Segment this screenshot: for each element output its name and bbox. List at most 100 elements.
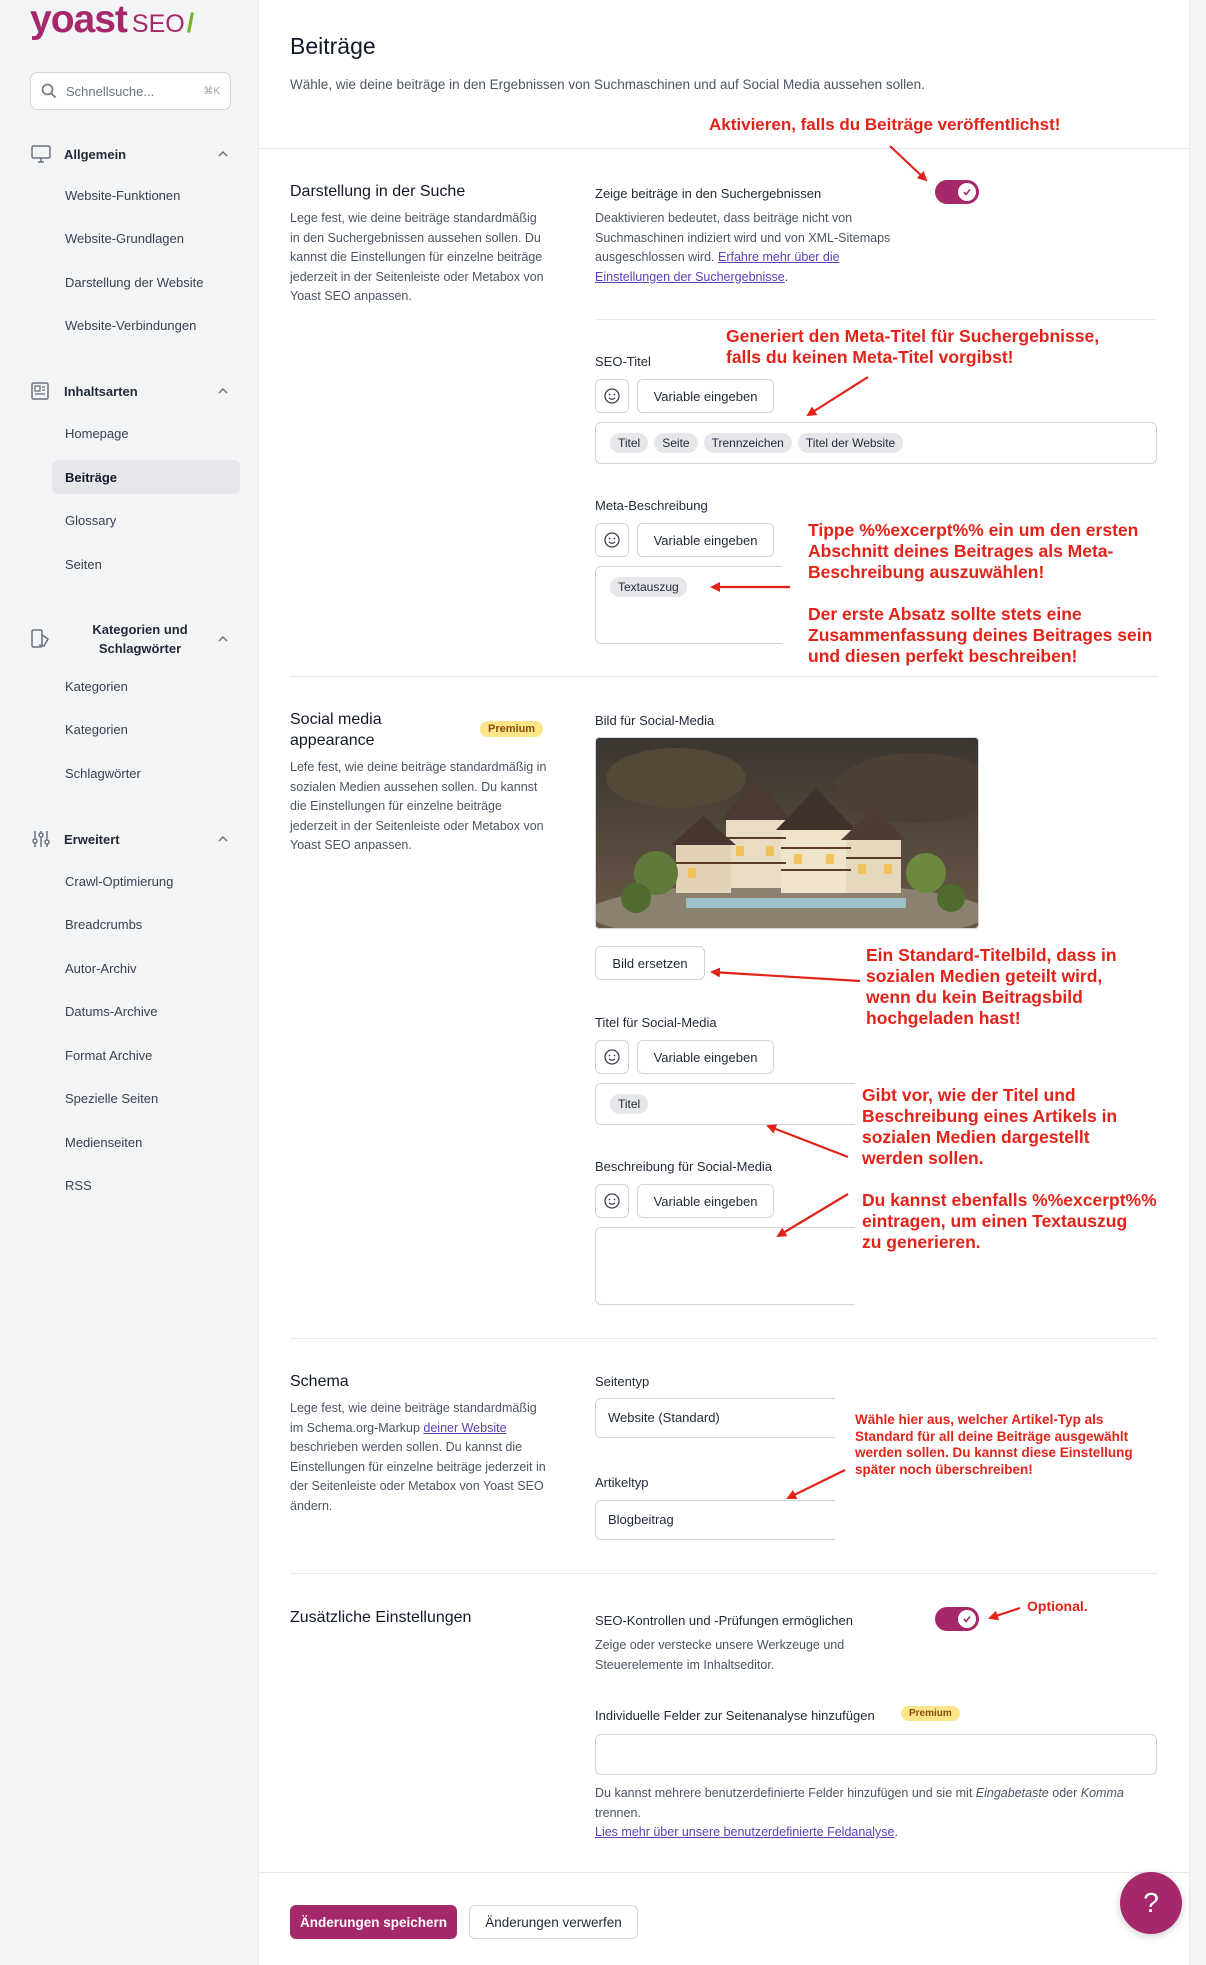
sidebar-item-medien[interactable]: Medienseiten bbox=[52, 1125, 240, 1159]
variable-tag[interactable]: Titel bbox=[610, 1094, 649, 1114]
seo-title-input[interactable]: Titel Seite Trennzeichen Titel der Website bbox=[595, 422, 1157, 464]
search-icon bbox=[41, 83, 57, 99]
page-type-label: Seitentyp bbox=[595, 1374, 650, 1389]
custom-fields-input[interactable] bbox=[595, 1734, 1157, 1775]
article-type-select[interactable]: Blogbeitrag bbox=[595, 1500, 835, 1540]
meta-description-input[interactable]: Textauszug bbox=[595, 566, 795, 644]
emoji-button[interactable] bbox=[595, 1040, 629, 1074]
divider bbox=[290, 1573, 1158, 1574]
discard-button[interactable]: Änderungen verwerfen bbox=[469, 1905, 638, 1939]
sidebar-item-datum[interactable]: Datums-Archive bbox=[52, 994, 240, 1028]
annotation-line: Standard für all deine Beiträge ausgewäh… bbox=[855, 1428, 1129, 1444]
social-title-input[interactable]: Titel bbox=[595, 1083, 855, 1125]
sidebar-item-website-grundlagen[interactable]: Website-Grundlagen bbox=[52, 221, 240, 255]
annotation-line: hochgeladen hast! bbox=[866, 1008, 1021, 1028]
logo-wordmark: yoast bbox=[30, 0, 128, 41]
sidebar-item-spezielle[interactable]: Spezielle Seiten bbox=[52, 1081, 240, 1115]
sidebar-section-erweitert[interactable]: Erweitert bbox=[30, 826, 230, 852]
yoast-logo[interactable]: yoast SEO / bbox=[30, 0, 194, 44]
quick-search-input[interactable]: Schnellsuche... ⌘K bbox=[30, 72, 231, 110]
page-description: Wähle, wie deine beiträge in den Ergebni… bbox=[290, 77, 925, 92]
seo-controls-toggle[interactable] bbox=[935, 1607, 979, 1631]
chevron-up-icon bbox=[218, 835, 228, 842]
help-icon: ? bbox=[1143, 1887, 1159, 1918]
section-title-search: Darstellung in der Suche bbox=[290, 183, 466, 200]
annotation-social-desc: Du kannst ebenfalls %%excerpt%% eintragen… bbox=[856, 1190, 1176, 1273]
custom-fields-link[interactable]: Lies mehr über unsere benutzerdefinierte… bbox=[595, 1825, 894, 1839]
sidebar-item-glossary[interactable]: Glossary bbox=[52, 503, 240, 537]
annotation-line: Wähle hier aus, welcher Artikel-Typ als bbox=[855, 1412, 1104, 1427]
insert-variable-button[interactable]: Variable eingeben bbox=[637, 379, 774, 413]
section-title-schema: Schema bbox=[290, 1373, 349, 1390]
schema-website-link[interactable]: deiner Website bbox=[423, 1421, 506, 1435]
sidebar-section-label: Inhaltsarten bbox=[64, 383, 138, 399]
show-in-search-desc: Deaktivieren bedeutet, dass beiträge nic… bbox=[595, 211, 891, 284]
smiley-icon bbox=[604, 388, 620, 404]
insert-variable-button[interactable]: Variable eingeben bbox=[637, 1040, 774, 1074]
social-image-illustration bbox=[596, 738, 978, 928]
sidebar-section-label-line1: Kategorien und bbox=[92, 622, 188, 637]
help-button[interactable]: ? bbox=[1120, 1872, 1182, 1934]
variable-tag[interactable]: Trennzeichen bbox=[703, 433, 792, 453]
annotation-line: zu generieren. bbox=[862, 1232, 981, 1252]
sidebar-item-kategorien-2[interactable]: Kategorien bbox=[52, 712, 240, 746]
insert-variable-button[interactable]: Variable eingeben bbox=[637, 1184, 774, 1218]
variable-tag[interactable]: Seite bbox=[654, 433, 698, 453]
section-desc-social: Lefe fest, wie deine beiträge standardmä… bbox=[290, 760, 547, 852]
save-button[interactable]: Änderungen speichern bbox=[290, 1905, 457, 1939]
sidebar-item-homepage[interactable]: Homepage bbox=[52, 416, 240, 450]
social-desc-label: Beschreibung für Social-Media bbox=[595, 1159, 773, 1174]
custom-fields-desc-em: Eingabetaste bbox=[975, 1786, 1049, 1800]
sidebar-item-crawl[interactable]: Crawl-Optimierung bbox=[52, 864, 240, 898]
social-image-label: Bild für Social-Media bbox=[595, 713, 715, 728]
sidebar-item-format[interactable]: Format Archive bbox=[52, 1038, 240, 1072]
sidebar-item-rss[interactable]: RSS bbox=[52, 1168, 240, 1202]
variable-tag[interactable]: Textauszug bbox=[610, 577, 687, 597]
sidebar-section-kategorien[interactable]: Kategorien und Schlagwörter bbox=[30, 617, 230, 661]
chevron-up-icon bbox=[218, 150, 228, 157]
sliders-icon bbox=[30, 828, 52, 850]
sidebar-item-breadcrumbs[interactable]: Breadcrumbs bbox=[52, 907, 240, 941]
search-shortcut: ⌘K bbox=[203, 85, 220, 97]
social-image-preview bbox=[595, 737, 979, 929]
sidebar-item-autor[interactable]: Autor-Archiv bbox=[52, 951, 240, 985]
annotation-line: werden sollen. Du kannst diese Einstellu… bbox=[855, 1445, 1133, 1460]
variable-tag[interactable]: Titel der Website bbox=[797, 433, 904, 453]
annotation-line: und diesen perfekt beschreiben! bbox=[808, 646, 1078, 666]
emoji-button[interactable] bbox=[595, 523, 629, 557]
annotation-excerpt: Tippe %%excerpt%% ein um den ersten Absch… bbox=[782, 520, 1182, 671]
sidebar-item-website-funktionen[interactable]: Website-Funktionen bbox=[52, 178, 240, 212]
sidebar-section-inhaltsarten[interactable]: Inhaltsarten bbox=[30, 378, 230, 404]
annotation-line: wenn du kein Beitragsbild bbox=[866, 987, 1083, 1007]
annotation-line: Du kannst ebenfalls %%excerpt%% bbox=[862, 1190, 1157, 1210]
sidebar-section-allgemein[interactable]: Allgemein bbox=[30, 141, 230, 167]
desktop-icon bbox=[30, 143, 52, 165]
chevron-up-icon bbox=[218, 387, 228, 394]
schema-desc-text-2: beschrieben werden sollen. Du kannst die… bbox=[290, 1440, 546, 1513]
replace-image-button[interactable]: Bild ersetzen bbox=[595, 946, 705, 980]
emoji-button[interactable] bbox=[595, 379, 629, 413]
check-icon bbox=[958, 183, 976, 201]
annotation-line: Ein Standard-Titelbild, dass in bbox=[866, 945, 1117, 965]
sidebar-item-kategorien[interactable]: Kategorien bbox=[52, 669, 240, 703]
section-title-additional: Zusätzliche Einstellungen bbox=[290, 1609, 472, 1626]
sidebar-item-darstellung[interactable]: Darstellung der Website bbox=[52, 265, 240, 299]
annotation-line: werden sollen. bbox=[862, 1148, 984, 1168]
emoji-button[interactable] bbox=[595, 1184, 629, 1218]
sidebar-item-schlagwoerter[interactable]: Schlagwörter bbox=[52, 756, 240, 790]
variable-tag[interactable]: Titel bbox=[610, 433, 649, 453]
sidebar-item-verbindungen[interactable]: Website-Verbindungen bbox=[52, 308, 240, 342]
logo-seo: SEO bbox=[131, 10, 185, 38]
seo-controls-desc: Zeige oder verstecke unsere Werkzeuge un… bbox=[595, 1638, 845, 1672]
sidebar-item-seiten[interactable]: Seiten bbox=[52, 547, 240, 581]
page-type-select[interactable]: Website (Standard) bbox=[595, 1398, 835, 1438]
seo-title-label: SEO-Titel bbox=[595, 354, 651, 369]
social-description-input[interactable] bbox=[595, 1227, 855, 1305]
custom-fields-desc-text: trennen. bbox=[595, 1805, 641, 1820]
annotation-activate: Aktivieren, falls du Beiträge veröffentl… bbox=[709, 115, 1061, 134]
show-in-search-toggle[interactable] bbox=[935, 180, 979, 204]
insert-variable-button[interactable]: Variable eingeben bbox=[637, 523, 774, 557]
smiley-icon bbox=[604, 532, 620, 548]
seo-controls-label: SEO-Kontrollen und -Prüfungen ermögliche… bbox=[595, 1613, 853, 1628]
sidebar-item-beitraege[interactable]: Beiträge bbox=[52, 460, 240, 494]
